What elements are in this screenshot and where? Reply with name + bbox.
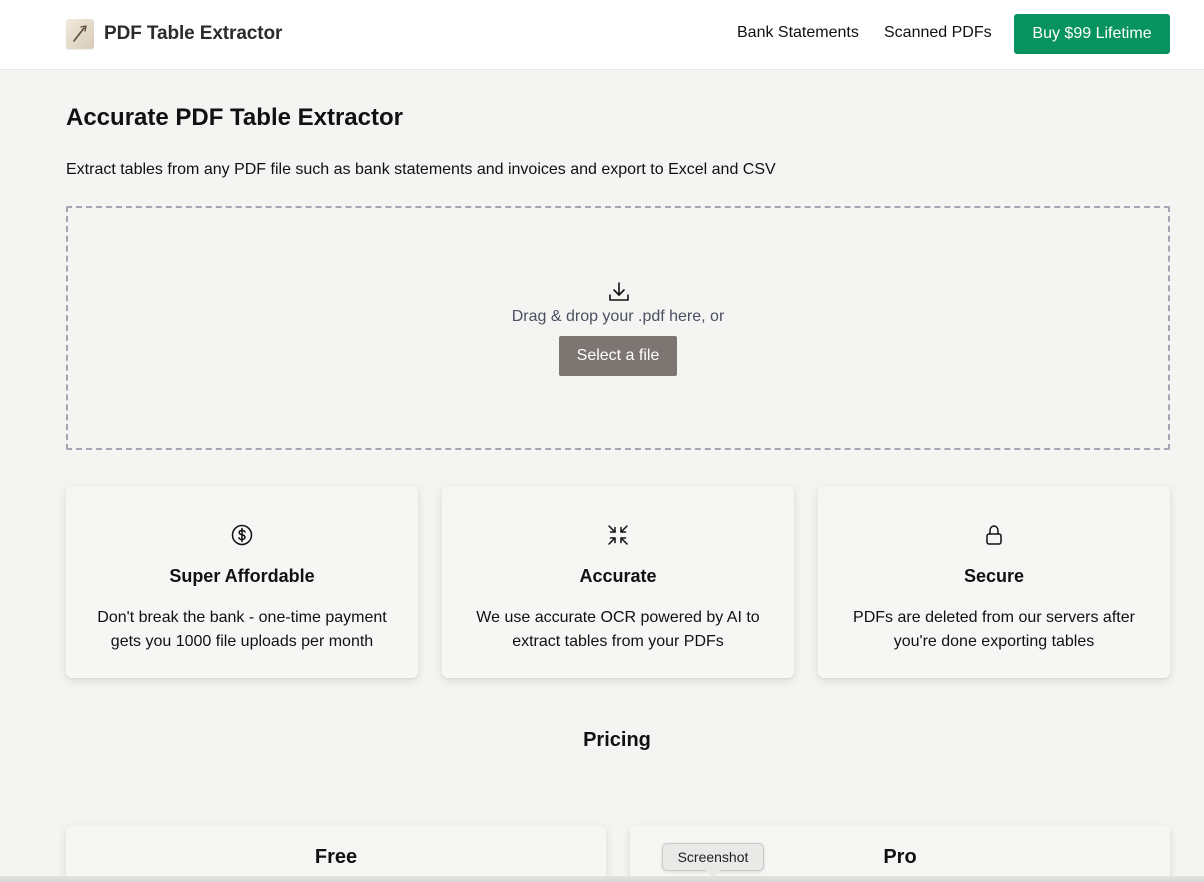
plan-title: Free bbox=[314, 846, 358, 868]
top-navbar: PDF Table Extractor Bank Statements Scan… bbox=[0, 0, 1204, 70]
feature-card-secure: Secure PDFs are deleted from our servers… bbox=[818, 486, 1170, 678]
nav-link-bank-statements[interactable]: Bank Statements bbox=[737, 24, 859, 42]
pdf-scroll-logo-icon bbox=[66, 19, 94, 49]
lock-icon bbox=[982, 523, 1006, 552]
shrink-arrows-icon bbox=[606, 523, 630, 552]
feature-card-affordable: Super Affordable Don't break the bank - … bbox=[66, 486, 418, 678]
dollar-circle-icon bbox=[230, 523, 254, 552]
dropzone-text: Drag & drop your .pdf here, or bbox=[511, 308, 725, 325]
nav-link-scanned-pdfs[interactable]: Scanned PDFs bbox=[884, 24, 992, 42]
feature-description: PDFs are deleted from our servers after … bbox=[853, 609, 1135, 650]
page-title: Accurate PDF Table Extractor bbox=[66, 104, 403, 131]
file-dropzone[interactable]: Drag & drop your .pdf here, or Select a … bbox=[66, 206, 1170, 450]
page-subtitle: Extract tables from any PDF file such as… bbox=[66, 161, 776, 178]
buy-lifetime-button[interactable]: Buy $99 Lifetime bbox=[1014, 14, 1170, 54]
screenshot-tooltip: Screenshot bbox=[662, 843, 764, 871]
plan-card-free: Free bbox=[66, 826, 606, 882]
feature-description: Don't break the bank - one-time payment … bbox=[97, 609, 387, 650]
feature-title: Super Affordable bbox=[169, 566, 315, 586]
select-file-button[interactable]: Select a file bbox=[559, 336, 677, 376]
brand[interactable]: PDF Table Extractor bbox=[66, 18, 282, 50]
feature-description: We use accurate OCR powered by AI to ext… bbox=[476, 609, 760, 650]
brand-name: PDF Table Extractor bbox=[104, 23, 283, 44]
bottom-edge-bar bbox=[0, 876, 1204, 882]
feature-title: Accurate bbox=[579, 566, 657, 586]
feature-card-accurate: Accurate We use accurate OCR powered by … bbox=[442, 486, 794, 678]
feature-title: Secure bbox=[963, 566, 1025, 586]
pricing-heading: Pricing bbox=[583, 729, 651, 751]
download-icon bbox=[608, 281, 630, 308]
